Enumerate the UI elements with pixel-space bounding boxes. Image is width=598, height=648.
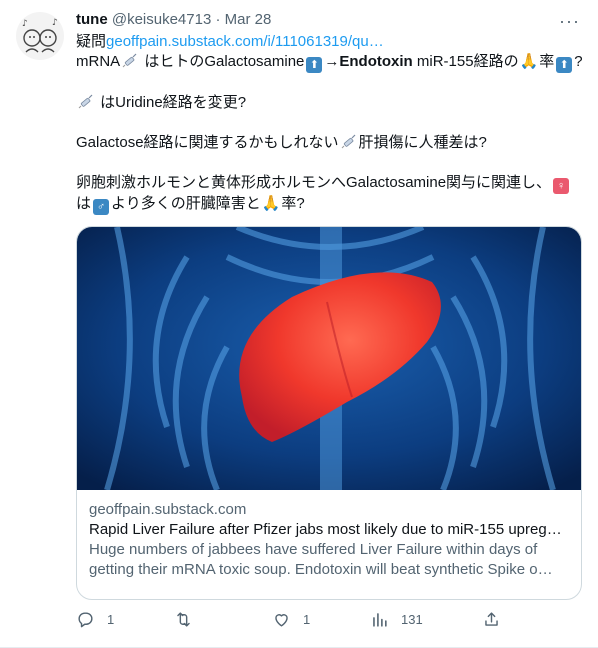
card-description-line: getting their mRNA toxic soup. Endotoxin… [89,561,553,578]
text-segment: は [76,195,92,212]
action-bar: 1 1 131 [76,610,556,636]
like-count: 1 [303,612,311,627]
retweet-button[interactable] [174,610,205,629]
card-domain: geoffpain.substack.com [89,501,247,518]
separator: · [215,11,221,28]
text-segment: ? [574,53,583,70]
views-button[interactable]: 131 [370,610,423,629]
tweet-header: tune @keisuke4713 · Mar 28 [76,10,584,30]
tweet-text: 疑問geoffpain.substack.com/i/111061319/qu…… [76,32,584,215]
arrow-up-icon: ⬆ [306,57,323,73]
retweet-icon [177,612,190,627]
text-segment: 率 [539,53,555,70]
tweet-link[interactable]: geoffpain.substack.com/i/111061319/qu… [106,33,384,50]
link-card[interactable]: geoffpain.substack.com Rapid Liver Failu… [76,226,582,600]
like-button[interactable]: 1 [272,610,310,629]
syringe-icon [341,134,357,150]
reply-count: 1 [107,612,115,627]
text-bold: Endotoxin [339,53,413,70]
like-icon [275,614,288,627]
text-segment: → [324,53,340,70]
text-segment: はヒトのGalactosamine [140,53,305,70]
text-segment: はUridine経路を変更? [96,94,247,111]
card-description-line: Huge numbers of jabbees have suffered Li… [89,541,538,558]
share-icon [485,612,498,626]
female-sign-icon: ♀ [553,178,570,194]
text-segment: mRNA [76,53,121,70]
tweet[interactable]: ♪ ♪ ··· tune @keisuke4713 · Mar 28 疑問geo… [0,0,598,648]
text-segment: miR-155経路の [412,53,519,70]
svg-text:♪: ♪ [22,19,28,29]
text-segment: より多くの肝臓障害と [111,195,261,212]
text-segment: 肝損傷に人種差は? [358,134,487,151]
syringe-icon [78,94,94,110]
pray-icon: 🙏 [519,53,539,70]
views-count: 131 [401,612,423,627]
text-segment: 率? [281,195,305,212]
pray-icon: 🙏 [261,195,281,212]
male-sign-icon: ♂ [93,199,110,215]
share-button[interactable] [482,610,513,629]
arrow-up-icon: ⬆ [556,57,573,73]
tweet-date[interactable]: Mar 28 [225,11,272,28]
svg-text:♪: ♪ [52,18,58,28]
card-description: Huge numbers of jabbees have suffered Li… [89,540,569,580]
reply-icon [78,612,93,628]
views-icon [373,613,387,627]
text-segment: Galactose経路に関連するかもしれない [76,134,339,151]
syringe-icon [122,53,138,69]
author-handle[interactable]: @keisuke4713 [112,11,211,28]
card-image [77,227,581,490]
text-segment: 卵胞刺激ホルモンと黄体形成ホルモンへGalactosamine関与に関連し、 [76,174,552,191]
text-prefix: 疑問 [76,33,107,50]
author-name[interactable]: tune [76,11,108,28]
reply-button[interactable]: 1 [76,610,114,629]
avatar[interactable]: ♪ ♪ [16,12,64,60]
card-title: Rapid Liver Failure after Pfizer jabs mo… [89,521,562,538]
